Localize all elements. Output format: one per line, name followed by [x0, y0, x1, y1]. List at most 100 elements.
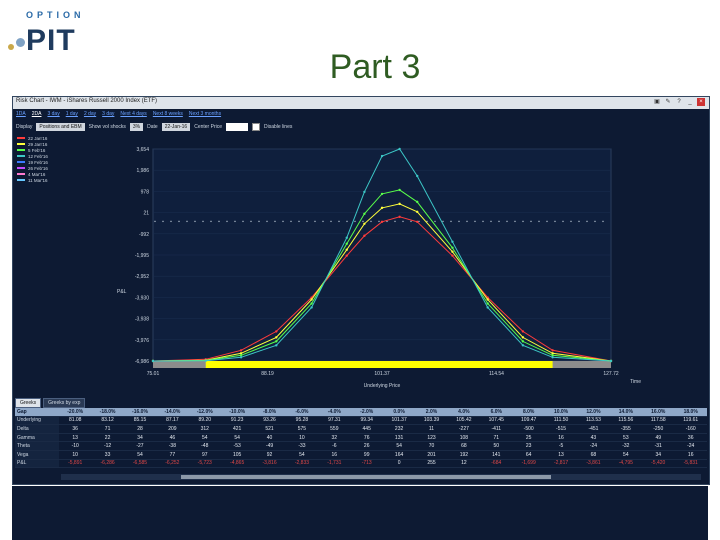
table-header-cell[interactable]: -8.0%: [253, 408, 286, 417]
table-cell: 23: [512, 441, 545, 451]
table-header-cell[interactable]: 10.0%: [544, 408, 578, 417]
table-cell: 77: [156, 450, 189, 460]
range-link[interactable]: 2 day: [84, 111, 96, 117]
vol-shocks-label: Show vol shocks: [88, 124, 126, 130]
table-header-cell[interactable]: -12.0%: [188, 408, 221, 417]
series-point: [345, 236, 348, 239]
display-select[interactable]: Positions and EBM: [36, 123, 85, 131]
table-cell: 10: [285, 433, 319, 443]
table-header-row: Gap -20.0% -18.0% -16.0% -14.0% -12.0% -10.0% -…: [15, 408, 707, 417]
table-header-cell[interactable]: 14.0%: [609, 408, 643, 417]
y-tick-label: 978: [141, 189, 150, 195]
greeks-tabs: Greeks Greeks by exp: [15, 398, 86, 408]
scrollbar-thumb[interactable]: [181, 475, 551, 479]
table-header-cell[interactable]: 0.0%: [382, 408, 416, 417]
range-link[interactable]: 3 day: [47, 111, 59, 117]
table-cell: 101.37: [382, 416, 416, 426]
table-cell: -24: [577, 441, 610, 451]
series-point: [551, 349, 554, 352]
table-cell: -4,795: [609, 459, 643, 469]
zero-line-dot: [546, 220, 548, 223]
table-header-cell[interactable]: 8.0%: [512, 408, 545, 417]
table-header-cell[interactable]: 2.0%: [415, 408, 448, 417]
y-tick-label: -3,976: [135, 338, 149, 344]
legend-label: 29 Jan'16: [28, 141, 48, 147]
zero-line-dot: [226, 220, 228, 223]
table-cell: 68: [447, 441, 481, 451]
table-header-cell[interactable]: -2.0%: [350, 408, 383, 417]
series-point: [486, 306, 489, 309]
series-point: [363, 222, 366, 225]
table-header-cell[interactable]: -10.0%: [220, 408, 254, 417]
zero-line-dot: [442, 220, 444, 223]
center-price-input[interactable]: [226, 123, 249, 131]
legend-item[interactable]: 11 Mar'16: [17, 177, 48, 183]
table-cell: 85.15: [123, 416, 157, 426]
series-point: [416, 210, 419, 214]
series-point: [486, 298, 489, 301]
range-link[interactable]: 1DA: [16, 111, 26, 117]
table-cell: 54: [382, 441, 416, 451]
zero-line-dot: [370, 220, 372, 223]
camera-icon[interactable]: ▣: [653, 98, 661, 106]
disable-lines-checkbox[interactable]: [252, 123, 261, 131]
zero-line-dot: [346, 220, 348, 223]
help-icon[interactable]: ?: [675, 98, 683, 106]
table-cell: -5,723: [188, 459, 221, 469]
table-cell: -451: [577, 424, 610, 434]
zero-line-dot: [298, 220, 300, 223]
center-price-label: Center Price: [194, 124, 223, 130]
table-header-cell[interactable]: 12.0%: [577, 408, 610, 417]
table-header-cell[interactable]: -14.0%: [156, 408, 189, 417]
minimize-icon[interactable]: _: [686, 98, 694, 106]
tab-greeks[interactable]: Greeks: [15, 398, 42, 408]
y-tick-label: -1,995: [135, 253, 149, 259]
y-tick-label: -3,938: [135, 317, 149, 323]
range-link[interactable]: 1 day: [66, 111, 78, 117]
table-header-cell[interactable]: 4.0%: [447, 408, 481, 417]
table-header-cell[interactable]: -20.0%: [59, 408, 92, 417]
date-select[interactable]: 22-Jan-16: [161, 123, 191, 131]
range-link[interactable]: 3 day: [102, 111, 114, 117]
table-cell: -3,816: [253, 459, 286, 469]
range-link[interactable]: Next 3 months: [189, 111, 221, 117]
table-header-cell[interactable]: 18.0%: [674, 408, 707, 417]
table-cell: -684: [480, 459, 513, 469]
table-cell: 71: [91, 424, 124, 434]
range-link[interactable]: 2DA: [32, 111, 42, 117]
table-row: Theta -10 -12 -27 -38 -48 -53 -49 -33 -6 26 54 70 68 5…: [15, 441, 707, 451]
table-cell: -32: [609, 441, 643, 451]
zero-line-dot: [458, 220, 460, 223]
wrench-icon[interactable]: ✎: [664, 98, 672, 106]
table-cell: 16: [674, 450, 707, 460]
tab-greeks-by-exp[interactable]: Greeks by exp: [43, 398, 86, 408]
table-header-cell[interactable]: 16.0%: [642, 408, 675, 417]
zero-line-dot: [498, 220, 500, 223]
zero-line-dot: [434, 220, 436, 223]
table-header-cell[interactable]: 6.0%: [480, 408, 513, 417]
table-header-cell[interactable]: -6.0%: [285, 408, 319, 417]
table-cell: 25: [512, 433, 545, 443]
table-cell: 575: [285, 424, 319, 434]
chart-legend: 22 Jan'16 29 Jan'16 5 Feb'16 12 Feb'16 19 Fe…: [17, 135, 48, 183]
zero-line-dot: [162, 220, 164, 223]
table-header-cell[interactable]: Gap: [15, 408, 59, 417]
table-cell: 445: [350, 424, 383, 434]
table-header-cell[interactable]: -16.0%: [123, 408, 157, 417]
vol-shocks-select[interactable]: 3%: [129, 123, 144, 131]
series-point: [310, 306, 313, 309]
table-cell: 232: [382, 424, 416, 434]
horizontal-scrollbar[interactable]: [61, 474, 701, 480]
table-cell: 164: [382, 450, 416, 460]
series-point: [398, 147, 401, 151]
table-header-cell[interactable]: -18.0%: [91, 408, 124, 417]
close-icon[interactable]: ×: [697, 98, 705, 106]
y-tick-label: 3,654: [136, 147, 149, 153]
range-link[interactable]: Next 8 weeks: [153, 111, 183, 117]
table-cell: 53: [609, 433, 643, 443]
table-cell: -1,731: [318, 459, 351, 469]
range-link[interactable]: Next 4 days: [120, 111, 146, 117]
table-header-cell[interactable]: -4.0%: [318, 408, 351, 417]
table-cell: 34: [123, 433, 157, 443]
table-cell: 22: [91, 433, 124, 443]
